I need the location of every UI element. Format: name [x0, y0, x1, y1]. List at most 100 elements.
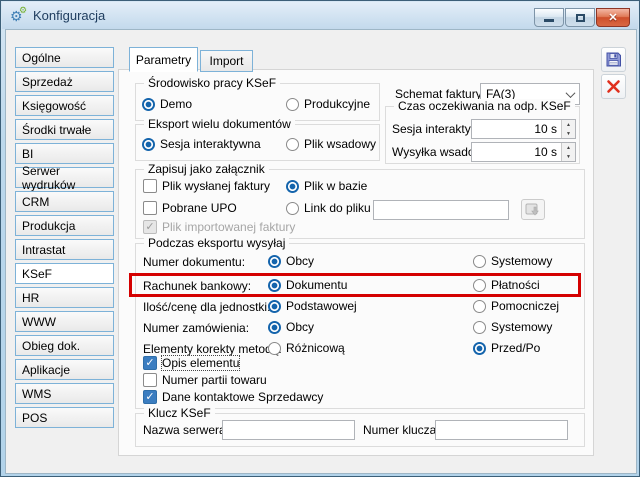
radio-demo[interactable]: Demo [142, 97, 192, 111]
restore-button[interactable] [565, 8, 595, 27]
checkbox-off-icon [143, 179, 157, 193]
group-export-send: Podczas eksportu wysyłaj Numer dokumentu… [135, 243, 585, 409]
sidebar-item-hr[interactable]: HR [15, 287, 114, 308]
radio-plik-w-bazie[interactable]: Plik w bazie [286, 179, 367, 193]
radio-przed-po[interactable]: Przed/Po [473, 341, 540, 355]
gears-icon: ⚙ ⚙ [10, 8, 28, 24]
radio-on-icon [142, 98, 155, 111]
group-timeout: Czas oczekiwania na odp. KSeF Sesja inte… [385, 106, 580, 164]
radio-roznicowa[interactable]: Różnicową [268, 341, 345, 355]
sidebar-item-srodki-trwale[interactable]: Środki trwałe [15, 119, 114, 140]
sidebar-item-bi[interactable]: BI [15, 143, 114, 164]
radio-on-icon [142, 138, 155, 151]
checkbox-plik-wyslanej-faktury[interactable]: Plik wysłanej faktury [143, 179, 270, 193]
checkbox-opis-elementu[interactable]: ✓ Opis elementu [143, 356, 239, 370]
radio-on-icon [268, 255, 281, 268]
radio-on-icon [473, 342, 486, 355]
file-download-icon [525, 203, 541, 217]
window-controls: ✕ [534, 8, 630, 27]
link-path-input[interactable] [373, 200, 509, 220]
row-ilosc-cene: Ilość/cenę dla jednostki: Podstawowej Po… [136, 297, 584, 318]
radio-on-icon [286, 180, 299, 193]
cancel-button[interactable] [601, 74, 626, 99]
checkbox-disabled-checked-icon: ✓ [143, 220, 157, 234]
radio-podstawowej[interactable]: Podstawowej [268, 299, 357, 313]
radio-obcy[interactable]: Obcy [268, 254, 314, 268]
radio-platnosci[interactable]: Płatności [473, 278, 540, 292]
timeout-row1-spinner[interactable]: 10 s ▲ ▼ [471, 119, 576, 139]
minimize-icon [544, 19, 554, 22]
radio-off-icon [473, 255, 486, 268]
group-export-send-title: Podczas eksportu wysyłaj [144, 236, 289, 250]
group-timeout-title: Czas oczekiwania na odp. KSeF [394, 99, 575, 113]
radio-off-icon [473, 321, 486, 334]
group-environment-title: Środowisko pracy KSeF [144, 76, 280, 90]
spin-up-icon[interactable]: ▲ [562, 143, 575, 152]
sidebar-item-www[interactable]: WWW [15, 311, 114, 332]
browse-file-button[interactable] [521, 199, 545, 220]
sidebar-item-sprzedaz[interactable]: Sprzedaż [15, 71, 114, 92]
radio-systemowy[interactable]: Systemowy [473, 254, 552, 268]
sidebar-item-pos[interactable]: POS [15, 407, 114, 428]
sidebar-item-intrastat[interactable]: Intrastat [15, 239, 114, 260]
sidebar-item-ksef[interactable]: KSeF [15, 263, 114, 284]
sidebar-item-ogolne[interactable]: Ogólne [15, 47, 114, 68]
chevron-down-icon[interactable] [561, 91, 579, 98]
client-area: Ogólne Sprzedaż Księgowość Środki trwałe… [5, 29, 637, 474]
key-number-input[interactable] [435, 420, 568, 440]
timeout-row2-spinner[interactable]: 10 s ▲ ▼ [471, 142, 576, 162]
row-rachunek-bankowy: Rachunek bankowy: Dokumentu Płatności [136, 276, 584, 297]
radio-produkcyjne[interactable]: Produkcyjne [286, 97, 370, 111]
group-export-mode-title: Eksport wielu dokumentów [144, 117, 295, 131]
sidebar-item-crm[interactable]: CRM [15, 191, 114, 212]
cancel-x-icon [606, 79, 621, 94]
checkbox-off-icon [143, 201, 157, 215]
save-floppy-icon [605, 51, 622, 68]
tab-import[interactable]: Import [200, 50, 253, 72]
checkbox-dane-kontaktowe[interactable]: ✓ Dane kontaktowe Sprzedawcy [143, 390, 323, 404]
checkbox-numer-partii-towaru[interactable]: Numer partii towaru [143, 373, 267, 387]
radio-off-icon [473, 300, 486, 313]
radio-obcy-zamowienia[interactable]: Obcy [268, 320, 314, 334]
group-attachment-title: Zapisuj jako załącznik [144, 162, 269, 176]
group-key: Klucz KSeF Nazwa serwera: Numer klucza: [135, 413, 585, 447]
sidebar-item-produkcja[interactable]: Produkcja [15, 215, 114, 236]
minimize-button[interactable] [534, 8, 564, 27]
sidebar-item-wms[interactable]: WMS [15, 383, 114, 404]
checkbox-off-icon [143, 373, 157, 387]
radio-on-icon [268, 300, 281, 313]
checkbox-pobrane-upo[interactable]: Pobrane UPO [143, 201, 237, 215]
radio-off-icon [268, 342, 281, 355]
checkbox-on-icon: ✓ [143, 356, 157, 370]
sidebar-item-aplikacje[interactable]: Aplikacje [15, 359, 114, 380]
sidebar-item-obieg-dok[interactable]: Obieg dok. [15, 335, 114, 356]
sidebar-item-ksiegowosc[interactable]: Księgowość [15, 95, 114, 116]
group-export-mode: Eksport wielu dokumentów Sesja interakty… [135, 124, 380, 161]
titlebar: ⚙ ⚙ Konfiguracja ✕ [2, 2, 638, 29]
close-icon: ✕ [608, 11, 617, 24]
radio-link-do-pliku[interactable]: Link do pliku [286, 201, 371, 215]
restore-icon [576, 14, 585, 22]
save-button[interactable] [601, 47, 626, 72]
radio-sesja-interaktywna[interactable]: Sesja interaktywna [142, 137, 261, 151]
radio-off-icon [286, 98, 299, 111]
row-numer-dokumentu: Numer dokumentu: Obcy Systemowy [136, 252, 584, 273]
radio-dokumentu[interactable]: Dokumentu [268, 278, 347, 292]
spin-up-icon[interactable]: ▲ [562, 120, 575, 129]
spin-down-icon[interactable]: ▼ [562, 152, 575, 161]
timeout-row2-value: 10 s [472, 143, 561, 161]
tab-parametry[interactable]: Parametry [129, 47, 198, 72]
radio-systemowy-zamowienia[interactable]: Systemowy [473, 320, 552, 334]
radio-off-icon [473, 279, 486, 292]
close-button[interactable]: ✕ [596, 8, 630, 27]
radio-pomocniczej[interactable]: Pomocniczej [473, 299, 559, 313]
group-key-title: Klucz KSeF [144, 406, 215, 420]
spin-down-icon[interactable]: ▼ [562, 129, 575, 138]
radio-plik-wsadowy[interactable]: Plik wsadowy [286, 137, 376, 151]
server-name-input[interactable] [222, 420, 355, 440]
radio-on-icon [268, 321, 281, 334]
sidebar-item-serwer-wydrukow[interactable]: Serwer wydruków [15, 167, 114, 188]
checkbox-on-icon: ✓ [143, 390, 157, 404]
window-title: Konfiguracja [33, 8, 105, 23]
key-number-label: Numer klucza: [363, 423, 440, 437]
